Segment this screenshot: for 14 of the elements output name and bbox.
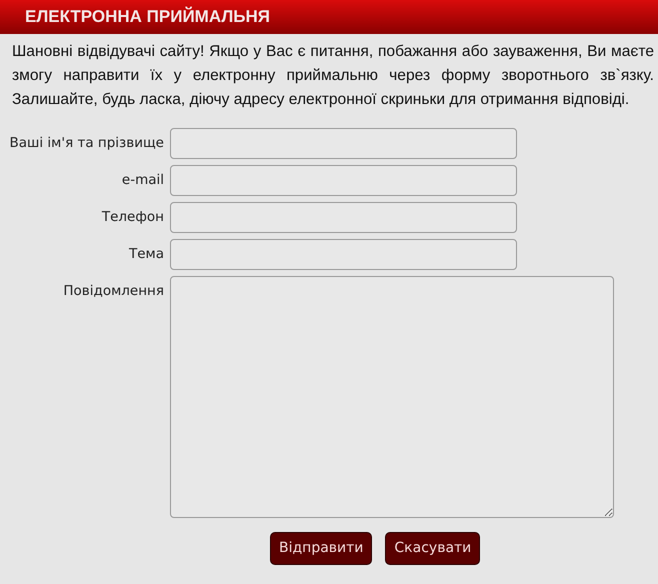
intro-paragraph: Шановні відвідувачі сайту! Якщо у Вас є питання, побажання або зауваження, Ви маєте змогу направити їх у електронну приймальню через форму зворотнього зв`язку. Залишайте, будь ласка, діючу адресу електронної скриньки для отримання відповіді.: [12, 42, 654, 110]
cancel-button[interactable]: Скасувати: [385, 532, 480, 565]
message-field[interactable]: [170, 276, 614, 518]
input-field[interactable]: [170, 202, 517, 233]
field-label: Телефон: [100, 208, 164, 227]
input-field[interactable]: [170, 165, 517, 196]
send-button[interactable]: Відправити: [270, 532, 372, 565]
input-field[interactable]: [170, 128, 517, 159]
field-label: Повідомлення: [62, 282, 164, 301]
field-label: e-mail: [120, 171, 164, 190]
input-field[interactable]: [170, 239, 517, 270]
field-label: Ваші ім'я та прізвище: [8, 134, 164, 153]
header-title: ЕЛЕКТРОННА ПРИЙМАЛЬНЯ: [25, 6, 270, 28]
field-label: Тема: [128, 245, 164, 264]
